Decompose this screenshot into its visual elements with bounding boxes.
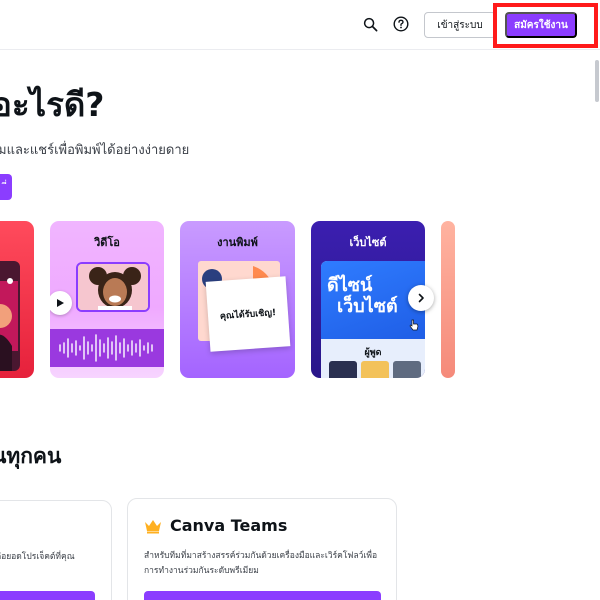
signup-button[interactable]: สมัครใช้งาน [505, 12, 577, 38]
audio-waveform [50, 329, 164, 367]
hand-cursor-icon [409, 319, 419, 331]
chevron-right-icon[interactable] [408, 285, 434, 311]
video-thumbnail [76, 262, 150, 312]
website-hero-line-1: ดีไซน์ [327, 275, 373, 296]
design-card-print[interactable]: งานพิมพ์ คุณได้รับเชิญ! [180, 221, 295, 378]
invitation-card: คุณได้รับเชิญ! [205, 276, 291, 352]
website-speaker-thumbs [329, 361, 421, 378]
hero-cta-button[interactable]: ี่ [0, 174, 12, 200]
plan-left-button[interactable] [0, 591, 95, 600]
hero-subtitle: มและแชร์เพื่อพิมพ์ได้อย่างง่ายดาย [0, 143, 190, 158]
login-button[interactable]: เข้าสู่ระบบ [424, 12, 496, 38]
plan-left-description: รต่อยอดโปรเจ็คต์ที่คุณ [0, 552, 75, 562]
card-label-print: งานพิมพ์ [217, 236, 258, 249]
card-red-illustration [0, 261, 20, 371]
plan-card-partial: รต่อยอดโปรเจ็คต์ที่คุณ [0, 500, 112, 600]
card-label-video: วิดีโอ [94, 236, 120, 249]
card-label-website: เว็บไซต์ [349, 236, 387, 249]
search-icon[interactable] [360, 14, 380, 34]
section-title: นทุกคน [0, 444, 62, 468]
website-preview: ดีไซน์ เว็บไซต์ ผู้พูด [321, 261, 425, 378]
help-icon[interactable] [391, 14, 411, 34]
scrollbar-thumb[interactable] [595, 60, 599, 102]
teams-description: สำหรับทีมที่มาสร้างสรรค์ร่วมกันด้วยเครื่… [144, 551, 378, 576]
design-card-partial-right[interactable] [441, 221, 455, 378]
video-person-illustration [78, 264, 148, 310]
design-card-partial[interactable] [0, 221, 34, 378]
top-bar: เข้าสู่ระบบ สมัครใช้งาน [0, 0, 600, 50]
website-speaker-label: ผู้พูด [364, 348, 382, 358]
play-icon[interactable] [50, 291, 72, 315]
hero-title: อะไรดี? [0, 85, 105, 124]
teams-title: Canva Teams [170, 516, 288, 535]
plan-card-canva-teams: Canva Teams สำหรับทีมที่มาสร้างสรรค์ร่วม… [127, 498, 397, 600]
website-hero-line-2: เว็บไซต์ [337, 296, 398, 317]
website-hero-text: ดีไซน์ เว็บไซต์ [327, 275, 398, 317]
teams-button[interactable] [144, 591, 381, 600]
crown-icon [144, 518, 162, 538]
design-card-video[interactable]: วิดีโอ [50, 221, 164, 378]
